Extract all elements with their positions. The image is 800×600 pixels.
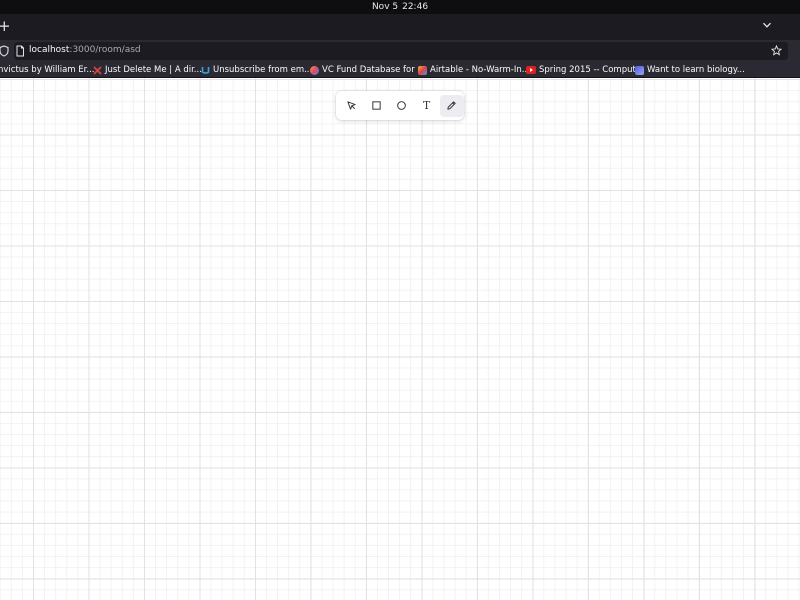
- text-icon: T: [422, 99, 431, 112]
- youtube-favicon-icon: [526, 66, 536, 74]
- bookmarks-toolbar: nvictus by William Er... Just Delete Me …: [0, 62, 800, 78]
- url-path: :3000/room/asd: [69, 45, 141, 55]
- airtable-favicon-icon: [418, 65, 427, 75]
- bookmark-item[interactable]: Just Delete Me | A dir...: [93, 64, 202, 76]
- circle-tool-button[interactable]: [390, 95, 414, 117]
- pencil-tool-button[interactable]: [439, 94, 464, 117]
- pencil-icon: [447, 101, 456, 110]
- system-top-bar: Nov 5 22:46: [0, 0, 800, 14]
- bookmark-item[interactable]: nvictus by William Er...: [0, 64, 94, 76]
- text-tool-button[interactable]: T: [415, 95, 439, 117]
- bookmark-label: VC Fund Database for ...: [322, 65, 426, 75]
- bookmark-label: Airtable - No-Warm-In...: [430, 65, 530, 75]
- browser-navigation-bar: localhost:3000/room/asd: [0, 40, 800, 62]
- bookmark-star-icon[interactable]: [771, 45, 782, 56]
- system-time: 22:46: [402, 2, 429, 12]
- cursor-icon: [347, 101, 356, 110]
- bookmark-item[interactable]: VC Fund Database for ...: [310, 64, 426, 76]
- url-text[interactable]: localhost:3000/room/asd: [29, 45, 141, 55]
- bookmark-item[interactable]: Spring 2015 -- Comput...: [526, 64, 644, 76]
- url-host: localhost: [29, 45, 70, 55]
- new-tab-button[interactable]: +: [0, 18, 11, 34]
- bookmark-label: nvictus by William Er...: [0, 65, 95, 75]
- drawing-toolbar: T: [336, 91, 464, 120]
- bookmark-label: Unsubscribe from em...: [213, 65, 313, 75]
- biology-favicon-icon: [635, 65, 644, 75]
- url-bar[interactable]: localhost:3000/room/asd: [14, 42, 788, 60]
- bookmark-label: Want to learn biology...: [647, 65, 745, 75]
- browser-tab-strip: +: [0, 14, 800, 40]
- chevron-down-icon: [763, 22, 771, 28]
- u-favicon-icon: [201, 66, 210, 74]
- rectangle-tool-button[interactable]: [365, 95, 389, 117]
- bookmark-label: Spring 2015 -- Comput...: [539, 65, 644, 75]
- shield-icon[interactable]: [0, 45, 9, 57]
- circle-icon: [397, 101, 406, 110]
- system-date: Nov 5: [371, 2, 399, 12]
- vc-favicon-icon: [310, 65, 319, 75]
- x-favicon-icon: [93, 65, 102, 75]
- drawing-canvas[interactable]: [0, 78, 800, 600]
- bookmark-item[interactable]: Unsubscribe from em...: [201, 64, 312, 76]
- page-icon[interactable]: [15, 45, 25, 57]
- list-all-tabs-button[interactable]: [762, 20, 772, 30]
- select-tool-button[interactable]: [340, 95, 364, 117]
- bookmark-label: Just Delete Me | A dir...: [105, 65, 202, 75]
- bookmark-item[interactable]: Want to learn biology...: [635, 64, 745, 76]
- bookmark-item[interactable]: Airtable - No-Warm-In...: [418, 64, 530, 76]
- square-icon: [372, 101, 381, 110]
